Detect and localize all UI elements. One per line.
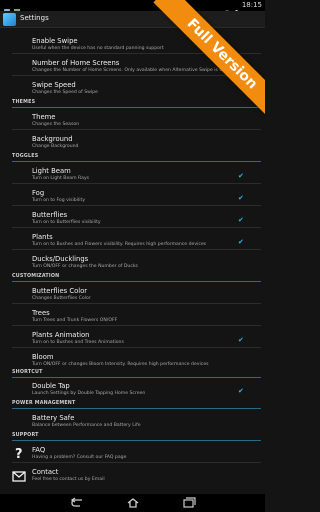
divider xyxy=(12,462,261,463)
pref-summary: Changes the Season xyxy=(32,122,80,127)
pref-summary: Turn ON/OFF or changes Bloom Intensity. … xyxy=(32,362,209,367)
question-icon: ? xyxy=(12,445,26,462)
navigation-bar xyxy=(0,494,265,512)
pref-title: Theme xyxy=(32,113,56,121)
app-icon[interactable] xyxy=(3,13,16,26)
section-label: TOGGLES xyxy=(12,154,39,159)
pref-summary: Turn on to Bushes and Flowers visibility… xyxy=(32,242,207,247)
section-divider xyxy=(12,440,261,441)
pref-title: Background xyxy=(32,135,73,143)
notification-icon xyxy=(3,1,11,15)
pref-title: Plants xyxy=(32,233,53,241)
home-icon[interactable] xyxy=(126,497,140,509)
email-icon xyxy=(12,468,26,482)
divider xyxy=(12,325,261,326)
section-divider xyxy=(12,281,261,282)
section-label: THEMES xyxy=(12,100,36,105)
pref-summary: Balance between Performance and Battery … xyxy=(32,423,141,428)
checkbox-double-tap[interactable]: ✔ xyxy=(238,387,244,395)
pref-title: Contact xyxy=(32,468,59,476)
section-label: POWER MANAGEMENT xyxy=(12,401,76,406)
pref-title: Butterflies xyxy=(32,211,68,219)
checkbox-light-beam[interactable]: ✔ xyxy=(238,172,244,180)
section-divider xyxy=(12,408,261,409)
pref-title: FAQ xyxy=(32,446,46,454)
pref-title: Number of Home Screens xyxy=(32,59,120,67)
pref-title: Battery Safe xyxy=(32,414,75,422)
pref-title: Fog xyxy=(32,189,45,197)
pref-title: Light Beam xyxy=(32,167,71,175)
section-label: CUSTOMIZATION xyxy=(12,274,60,279)
pref-summary: Turn ON/OFF or changes the Number of Duc… xyxy=(32,264,138,269)
divider xyxy=(12,347,261,348)
divider xyxy=(12,183,261,184)
pref-summary: Turn on to Butterflies visibility xyxy=(32,220,101,225)
divider xyxy=(12,227,261,228)
image-notification-icon xyxy=(13,1,21,15)
pref-summary: Turn on to Bushes and Trees Animations xyxy=(32,340,124,345)
divider xyxy=(12,303,261,304)
pref-title: Double Tap xyxy=(32,382,70,390)
pref-summary: Turn on Light Beam Rays xyxy=(32,176,90,181)
pref-summary: Having a problem? Consult our FAQ page xyxy=(32,455,127,460)
section-label: SHORTCUT xyxy=(12,370,43,375)
checkbox-plants[interactable]: ✔ xyxy=(238,238,244,246)
divider xyxy=(12,205,261,206)
pref-title: Trees xyxy=(32,309,50,317)
section-toggles: TOGGLES xyxy=(0,154,265,163)
pref-title: Enable Swipe xyxy=(32,37,78,45)
pref-title: Bloom xyxy=(32,353,54,361)
back-icon[interactable] xyxy=(70,497,84,509)
section-shortcut: SHORTCUT xyxy=(0,370,265,379)
pref-summary: Changes the Speed of Swipe xyxy=(32,90,98,95)
pref-summary: Launch Settings by Double Tapping Home S… xyxy=(32,391,146,396)
pref-title: Butterflies Color xyxy=(32,287,88,295)
section-customization: CUSTOMIZATION xyxy=(0,274,265,283)
banner-text: Full Version xyxy=(183,15,261,93)
pref-title: Swipe Speed xyxy=(32,81,76,89)
pref-summary: Turn Trees and Trunk Flowers ON/OFF xyxy=(32,318,118,323)
section-power-management: POWER MANAGEMENT xyxy=(0,401,265,410)
pref-summary: Feel free to contact us by Email xyxy=(32,477,105,482)
divider xyxy=(12,249,261,250)
pref-summary: Change Background xyxy=(32,144,79,149)
section-divider xyxy=(12,377,261,378)
section-label: SUPPORT xyxy=(12,433,39,438)
recent-apps-icon[interactable] xyxy=(182,497,196,509)
checkbox-butterflies[interactable]: ✔ xyxy=(238,216,244,224)
page-title: Settings xyxy=(20,14,49,22)
pref-title: Plants Animation xyxy=(32,331,90,339)
checkbox-plants-animation[interactable]: ✔ xyxy=(238,336,244,344)
pref-summary: Turn on to Fog visibility xyxy=(32,198,86,203)
svg-text:?: ? xyxy=(15,447,23,460)
pref-summary: Changes Butterflies Color xyxy=(32,296,91,301)
section-divider xyxy=(12,161,261,162)
section-support: SUPPORT xyxy=(0,433,265,442)
full-version-banner: Full Version xyxy=(115,0,265,150)
pref-title: Ducks/Ducklings xyxy=(32,255,89,263)
checkbox-fog[interactable]: ✔ xyxy=(238,194,244,202)
